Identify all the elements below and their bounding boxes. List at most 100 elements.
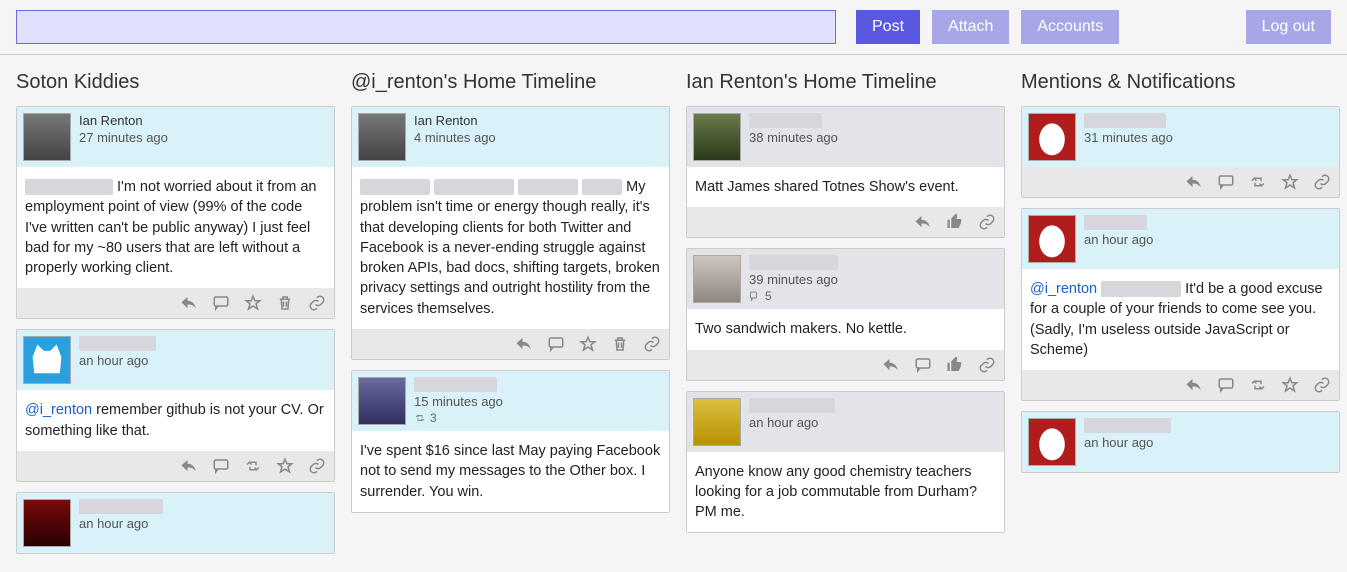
attach-button[interactable]: Attach <box>932 10 1009 44</box>
post-actions <box>1022 167 1339 197</box>
link-icon[interactable] <box>643 335 661 353</box>
reply-icon[interactable] <box>1185 173 1203 191</box>
reply-icon[interactable] <box>882 356 900 374</box>
column-title: Soton Kiddies <box>16 71 335 94</box>
post-body-text: Two sandwich makers. No kettle. <box>695 321 907 337</box>
post-author <box>79 499 163 514</box>
avatar <box>1028 418 1076 466</box>
link-icon[interactable] <box>978 213 996 231</box>
post-header: 38 minutes ago <box>687 107 1004 167</box>
column: Mentions & Notifications 31 minutes ago … <box>1013 55 1347 572</box>
post-actions <box>687 207 1004 237</box>
post-meta: an hour ago <box>1084 215 1153 247</box>
comment-icon <box>749 290 761 302</box>
column: @i_renton's Home Timeline Ian Renton4 min… <box>343 55 678 572</box>
post-author <box>414 377 497 392</box>
accounts-button[interactable]: Accounts <box>1021 10 1119 44</box>
trash-icon[interactable] <box>276 294 294 312</box>
retweet-icon[interactable] <box>1249 173 1267 191</box>
reply-icon[interactable] <box>180 294 198 312</box>
post-body: Matt James shared Totnes Show's event. <box>687 167 1004 207</box>
comment-icon[interactable] <box>1217 173 1235 191</box>
comment-icon[interactable] <box>212 294 230 312</box>
mention-link[interactable]: @i_renton <box>25 402 92 418</box>
avatar <box>693 398 741 446</box>
link-icon[interactable] <box>1313 173 1331 191</box>
reply-icon[interactable] <box>515 335 533 353</box>
mention-link[interactable]: @i_renton <box>1030 281 1097 297</box>
columns-container: Soton Kiddies Ian Renton27 minutes ago I'… <box>0 55 1347 572</box>
post-card: 15 minutes ago3 I've spent $16 since last… <box>351 370 670 513</box>
post-card: 38 minutes ago Matt James shared Totnes S… <box>686 106 1005 238</box>
post-meta: Ian Renton27 minutes ago <box>79 113 168 145</box>
post-meta: 39 minutes ago 5 <box>749 255 838 303</box>
retweet-icon[interactable] <box>1249 376 1267 394</box>
post-card: an hour ago@i_renton remember github is … <box>16 329 335 482</box>
post-header: Ian Renton27 minutes ago <box>17 107 334 167</box>
retweet-icon <box>414 412 426 424</box>
avatar <box>23 113 71 161</box>
star-icon[interactable] <box>276 457 294 475</box>
post-card: an hour ago @i_renton It'd be a good excu… <box>1021 208 1340 401</box>
post-meta: 38 minutes ago <box>749 113 838 145</box>
post-meta: an hour ago <box>79 336 156 368</box>
comment-count: 5 <box>749 289 838 303</box>
avatar <box>1028 215 1076 263</box>
post-body: @i_renton It'd be a good excuse for a co… <box>1022 269 1339 370</box>
post-body-text: Matt James shared Totnes Show's event. <box>695 179 959 195</box>
link-icon[interactable] <box>1313 376 1331 394</box>
post-author <box>749 398 835 413</box>
post-time: an hour ago <box>79 353 156 368</box>
post-body-text: I've spent $16 since last May paying Fac… <box>360 443 660 500</box>
post-author <box>1084 418 1171 433</box>
post-time: 38 minutes ago <box>749 130 838 145</box>
post-body: I've spent $16 since last May paying Fac… <box>352 431 669 512</box>
avatar <box>23 499 71 547</box>
post-meta: Ian Renton4 minutes ago <box>414 113 496 145</box>
post-body-text: My problem isn't time or energy though r… <box>360 179 660 317</box>
link-icon[interactable] <box>978 356 996 374</box>
post-meta: 31 minutes ago <box>1084 113 1173 145</box>
post-author <box>1084 113 1166 128</box>
post-header: 31 minutes ago <box>1022 107 1339 167</box>
star-icon[interactable] <box>1281 173 1299 191</box>
logout-button[interactable]: Log out <box>1246 10 1331 44</box>
column: Soton KiddiesIan Renton27 minutes ago I'… <box>8 55 343 572</box>
post-card: an hour ago <box>16 492 335 554</box>
comment-icon[interactable] <box>914 356 932 374</box>
retweet-icon[interactable] <box>244 457 262 475</box>
avatar <box>23 336 71 384</box>
post-card: an hour ago <box>1021 411 1340 473</box>
post-actions <box>1022 370 1339 400</box>
reply-icon[interactable] <box>180 457 198 475</box>
link-icon[interactable] <box>308 294 326 312</box>
post-card: 31 minutes ago <box>1021 106 1340 198</box>
comment-icon[interactable] <box>212 457 230 475</box>
post-card: 39 minutes ago 5 Two sandwich makers. No k… <box>686 248 1005 380</box>
topbar: Post Attach Accounts Log out <box>0 0 1347 55</box>
post-header: Ian Renton4 minutes ago <box>352 107 669 167</box>
like-icon[interactable] <box>946 356 964 374</box>
post-meta: an hour ago <box>79 499 163 531</box>
reply-icon[interactable] <box>1185 376 1203 394</box>
post-time: an hour ago <box>1084 232 1153 247</box>
post-button[interactable]: Post <box>856 10 920 44</box>
star-icon[interactable] <box>579 335 597 353</box>
reply-icon[interactable] <box>914 213 932 231</box>
compose-input[interactable] <box>16 10 836 44</box>
post-actions <box>17 451 334 481</box>
star-icon[interactable] <box>1281 376 1299 394</box>
comment-icon[interactable] <box>547 335 565 353</box>
trash-icon[interactable] <box>611 335 629 353</box>
star-icon[interactable] <box>244 294 262 312</box>
post-time: 39 minutes ago <box>749 272 838 287</box>
post-author: Ian Renton <box>79 113 168 128</box>
post-meta: 15 minutes ago3 <box>414 377 503 425</box>
post-body-text: Anyone know any good chemistry teachers … <box>695 464 977 521</box>
link-icon[interactable] <box>308 457 326 475</box>
like-icon[interactable] <box>946 213 964 231</box>
redacted-text <box>1101 281 1181 297</box>
comment-icon[interactable] <box>1217 376 1235 394</box>
post-time: 31 minutes ago <box>1084 130 1173 145</box>
column-title: @i_renton's Home Timeline <box>351 71 670 94</box>
